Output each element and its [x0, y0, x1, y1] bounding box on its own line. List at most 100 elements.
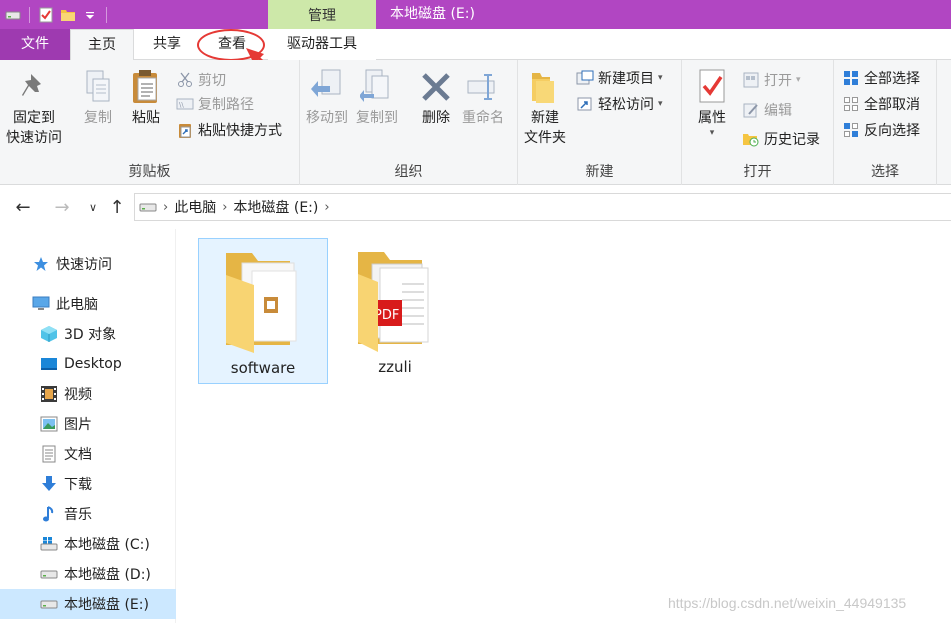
nav-label: 本地磁盘 (E:) [64, 597, 149, 613]
select-all-button[interactable]: 全部选择 [842, 66, 920, 90]
copy-to-button[interactable]: 复制到 [356, 66, 398, 128]
paste-button[interactable]: 粘贴 [126, 66, 166, 128]
address-bar[interactable]: › 此电脑 › 本地磁盘 (E:) › [134, 193, 951, 221]
video-film-icon [41, 386, 57, 402]
edit-label: 编辑 [764, 103, 792, 119]
move-to-button[interactable]: 移动到 [306, 66, 348, 128]
drive-icon[interactable] [2, 0, 24, 29]
toolbar-separator [29, 6, 30, 23]
select-all-label: 全部选择 [864, 71, 920, 87]
cut-button[interactable]: 剪切 [176, 68, 226, 92]
folder-item-software[interactable]: software [198, 238, 328, 384]
back-arrow-icon: ← [15, 196, 31, 218]
copy-button[interactable]: 复制 [78, 66, 118, 128]
tab-view[interactable]: 查看 [200, 29, 264, 60]
properties-button[interactable]: 属性 ▾ [692, 66, 732, 138]
breadcrumb-this-pc[interactable]: 此电脑 [174, 197, 216, 217]
nav-drive-d[interactable]: 本地磁盘 (D:) [0, 559, 176, 589]
nav-quick-access[interactable]: 快速访问 [0, 249, 176, 279]
new-item-dropdown-icon: ▾ [658, 73, 663, 83]
select-none-button[interactable]: 全部取消 [842, 92, 920, 116]
nav-label: 下载 [64, 477, 92, 493]
context-tab-manage: 管理 [268, 0, 376, 29]
new-item-icon [576, 70, 594, 85]
scissors-icon [178, 72, 192, 87]
tab-share[interactable]: 共享 [136, 29, 198, 60]
nav-this-pc[interactable]: 此电脑 [0, 289, 176, 319]
picture-icon [40, 416, 58, 432]
invert-selection-label: 反向选择 [864, 123, 920, 139]
nav-music[interactable]: 音乐 [0, 499, 176, 529]
paste-shortcut-label: 粘贴快捷方式 [198, 123, 282, 139]
nav-pictures[interactable]: 图片 [0, 409, 176, 439]
tab-file[interactable]: 文件 [0, 29, 70, 60]
copy-label: 复制 [84, 110, 112, 126]
open-button[interactable]: 打开 ▾ [742, 68, 801, 92]
new-folder-icon[interactable] [57, 0, 79, 29]
nav-label: Desktop [64, 356, 122, 372]
new-group: 新建 文件夹 新建项目 ▾ 轻松访问 ▾ 新建 [518, 60, 682, 185]
properties-icon [699, 69, 725, 103]
open-dropdown-icon: ▾ [796, 75, 801, 85]
ribbon-tabs: 文件 主页 共享 查看 驱动器工具 [0, 29, 951, 61]
select-none-icon [844, 97, 858, 111]
paste-label: 粘贴 [132, 110, 160, 126]
invert-selection-button[interactable]: 反向选择 [842, 118, 920, 142]
new-folder-button[interactable]: 新建 文件夹 [524, 66, 566, 148]
pin-quick-access-button[interactable]: 固定到 快速访问 [6, 66, 62, 148]
navigation-bar: ← → ∨ ↑ › 此电脑 › 本地磁盘 (E:) › [0, 185, 951, 229]
up-button[interactable]: ↑ [104, 194, 130, 220]
nav-desktop[interactable]: Desktop [0, 349, 176, 379]
delete-label: 删除 [422, 110, 450, 126]
open-label: 打开 [764, 73, 792, 89]
select-group: 全部选择 全部取消 反向选择 选择 [834, 60, 937, 185]
rename-icon [467, 74, 495, 100]
tab-home[interactable]: 主页 [70, 29, 134, 61]
quick-access-toolbar [0, 0, 112, 29]
nav-downloads[interactable]: 下载 [0, 469, 176, 499]
up-arrow-icon: ↑ [109, 196, 125, 218]
history-button[interactable]: 历史记录 [742, 127, 820, 151]
chevron-right-icon[interactable]: › [222, 200, 227, 215]
delete-x-icon [422, 73, 450, 101]
properties-dropdown-icon: ▾ [709, 128, 715, 138]
customize-dropdown-icon[interactable] [79, 0, 101, 29]
edit-button[interactable]: 编辑 [742, 98, 792, 122]
new-group-label: 新建 [585, 164, 614, 180]
nav-drive-e[interactable]: 本地磁盘 (E:) [0, 589, 176, 619]
breadcrumb-drive-e[interactable]: 本地磁盘 (E:) [233, 197, 318, 217]
nav-documents[interactable]: 文档 [0, 439, 176, 469]
open-group-label: 打开 [743, 164, 772, 180]
nav-videos[interactable]: 视频 [0, 379, 176, 409]
paste-shortcut-button[interactable]: 粘贴快捷方式 [176, 118, 282, 142]
easy-access-button[interactable]: 轻松访问 ▾ [576, 92, 663, 116]
window-title: 本地磁盘 (E:) [390, 6, 475, 22]
music-note-icon [43, 506, 54, 522]
new-item-button[interactable]: 新建项目 ▾ [576, 66, 663, 90]
rename-button[interactable]: 重命名 [462, 66, 504, 128]
clipboard-group-label: 剪贴板 [128, 164, 171, 180]
forward-button[interactable]: → [49, 194, 75, 220]
nav-3d-objects[interactable]: 3D 对象 [0, 319, 176, 349]
nav-label: 此电脑 [56, 297, 98, 313]
watermark: https://blog.csdn.net/weixin_44949135 [668, 595, 907, 611]
tab-drive-tools[interactable]: 驱动器工具 [268, 29, 376, 60]
nav-drive-c[interactable]: 本地磁盘 (C:) [0, 529, 176, 559]
clipboard-group: 固定到 快速访问 复制 粘贴 剪切 \\ 复制路径 粘贴快捷方式 剪贴板 [0, 60, 300, 185]
paste-icon [133, 70, 157, 103]
file-name: software [230, 359, 296, 377]
star-icon [34, 257, 48, 271]
new-item-label: 新建项目 [598, 71, 654, 87]
properties-check-icon[interactable] [35, 0, 57, 29]
folder-icon [226, 253, 297, 353]
recent-locations-button[interactable]: ∨ [80, 194, 106, 220]
pin-icon [22, 74, 41, 96]
back-button[interactable]: ← [10, 194, 36, 220]
folder-item-zzuli[interactable]: PDF zzuli [330, 238, 460, 384]
select-none-label: 全部取消 [864, 97, 920, 113]
chevron-right-icon[interactable]: › [324, 200, 329, 215]
copy-path-button[interactable]: \\ 复制路径 [176, 92, 254, 116]
select-group-label: 选择 [871, 164, 899, 180]
delete-button[interactable]: 删除 [416, 66, 456, 128]
title-bar: 管理 本地磁盘 (E:) [0, 0, 951, 29]
